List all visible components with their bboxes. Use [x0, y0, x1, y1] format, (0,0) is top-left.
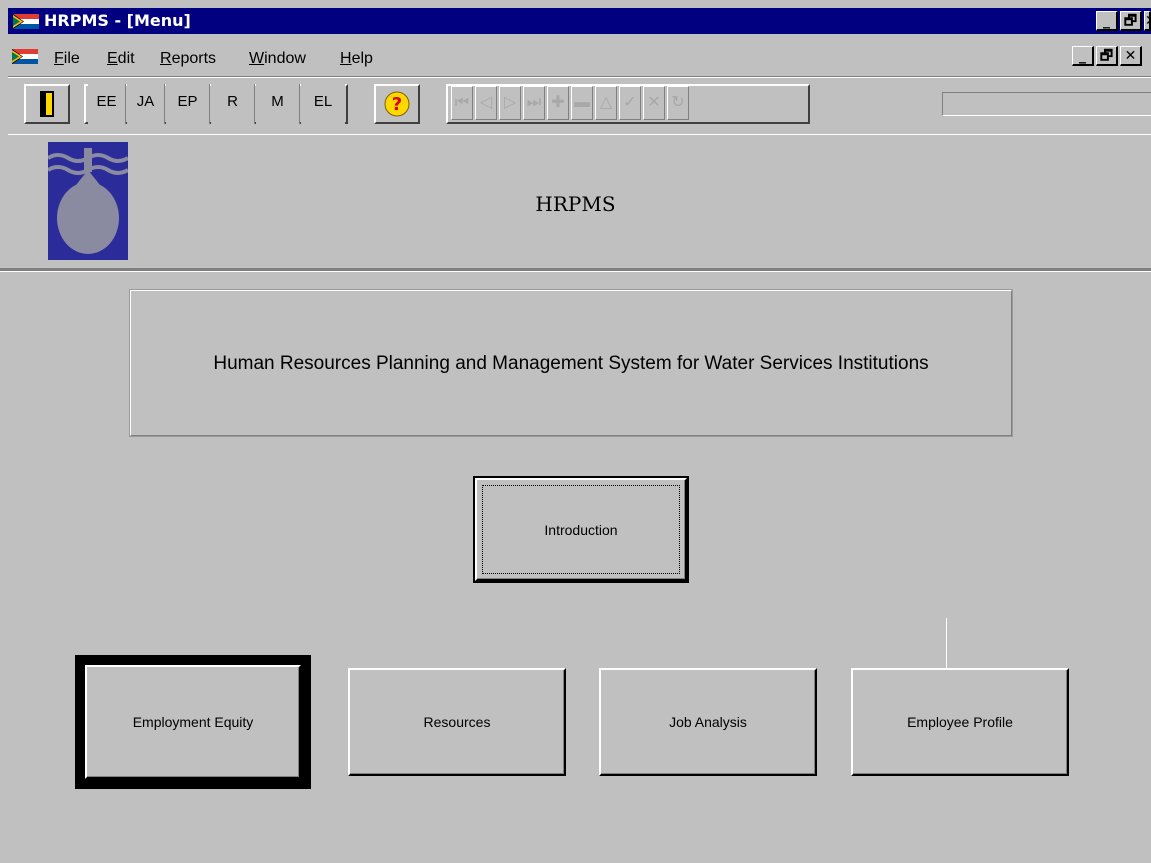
ja-toolbar-button[interactable]: JA: [127, 84, 165, 124]
employee-profile-button[interactable]: Employee Profile: [851, 668, 1069, 776]
ee-toolbar-button[interactable]: EE: [88, 84, 126, 124]
connector-line: [946, 618, 947, 668]
menu-bar: File Edit Reports Window Help _ 🗗 ✕: [8, 36, 1151, 72]
menu-window[interactable]: Window: [249, 50, 306, 68]
previous-record-icon[interactable]: ◁: [475, 86, 497, 120]
menu-reports-rest: eports: [171, 50, 217, 67]
toolbar-search-input[interactable]: [942, 92, 1151, 116]
doc-close-button[interactable]: ✕: [1120, 46, 1142, 66]
menu-reports[interactable]: Reports: [160, 50, 216, 68]
ep-toolbar-button[interactable]: EP: [166, 84, 210, 124]
up-icon[interactable]: △: [595, 86, 617, 120]
system-title-panel: Human Resources Planning and Management …: [129, 289, 1013, 437]
employment-equity-label: Employment Equity: [132, 714, 254, 730]
exit-button[interactable]: [24, 84, 70, 124]
menu-file[interactable]: File: [54, 50, 80, 68]
doc-restore-button[interactable]: 🗗: [1096, 46, 1118, 66]
job-analysis-button[interactable]: Job Analysis: [599, 668, 817, 776]
job-analysis-label: Job Analysis: [669, 714, 747, 730]
resources-label: Resources: [423, 714, 491, 730]
el-toolbar-button[interactable]: EL: [301, 84, 345, 124]
system-title: Human Resources Planning and Management …: [213, 353, 929, 374]
menu-file-mnemonic: F: [54, 50, 64, 67]
close-button[interactable]: ✕: [1144, 11, 1151, 31]
header-divider-top: [8, 134, 1151, 135]
toolbar-separator: [8, 76, 1151, 78]
app-heading: HRPMS: [535, 192, 616, 216]
last-record-icon[interactable]: ⏭: [523, 86, 545, 120]
add-record-icon[interactable]: ✚: [547, 86, 569, 120]
menu-window-mnemonic: W: [249, 50, 265, 67]
menu-reports-mnemonic: R: [160, 50, 172, 67]
introduction-button[interactable]: Introduction: [475, 478, 687, 581]
window-title: HRPMS - [Menu]: [44, 11, 191, 30]
refresh-icon[interactable]: ↻: [667, 86, 689, 120]
menu-edit-mnemonic: E: [107, 50, 118, 67]
cancel-x-icon[interactable]: ✕: [643, 86, 665, 120]
m-toolbar-button[interactable]: M: [256, 84, 300, 124]
minimize-button[interactable]: _: [1096, 11, 1118, 31]
toolbar-combo-box: [930, 84, 1151, 122]
flag-icon: [13, 14, 39, 29]
doc-minimize-button[interactable]: _: [1072, 46, 1094, 66]
employment-equity-button[interactable]: Employment Equity: [85, 665, 301, 779]
menu-edit-rest: dit: [117, 50, 135, 67]
delete-record-icon[interactable]: ▬: [571, 86, 593, 120]
resources-button[interactable]: Resources: [348, 668, 566, 776]
r-toolbar-button[interactable]: R: [211, 84, 255, 124]
flag-icon: [12, 49, 38, 64]
exit-door-icon: [40, 91, 54, 117]
save-check-icon[interactable]: ✓: [619, 86, 641, 120]
help-glyph: ?: [392, 94, 402, 115]
menu-help-rest: elp: [351, 50, 373, 67]
menu-file-rest: ile: [63, 50, 80, 67]
first-record-icon[interactable]: ⏮: [451, 86, 473, 120]
next-record-icon[interactable]: ▷: [499, 86, 521, 120]
help-question-icon: ?: [384, 91, 410, 117]
menu-window-rest: indow: [264, 50, 306, 67]
focus-rectangle: [482, 485, 680, 574]
menu-help-mnemonic: H: [340, 50, 352, 67]
menu-edit[interactable]: Edit: [107, 50, 135, 68]
employee-profile-label: Employee Profile: [907, 714, 1013, 730]
restore-button[interactable]: 🗗: [1120, 11, 1142, 31]
header-divider-bottom: [0, 268, 1151, 272]
help-button[interactable]: ?: [374, 84, 420, 124]
menu-help[interactable]: Help: [340, 50, 373, 68]
title-bar: HRPMS - [Menu] _ 🗗 ✕: [8, 8, 1151, 34]
